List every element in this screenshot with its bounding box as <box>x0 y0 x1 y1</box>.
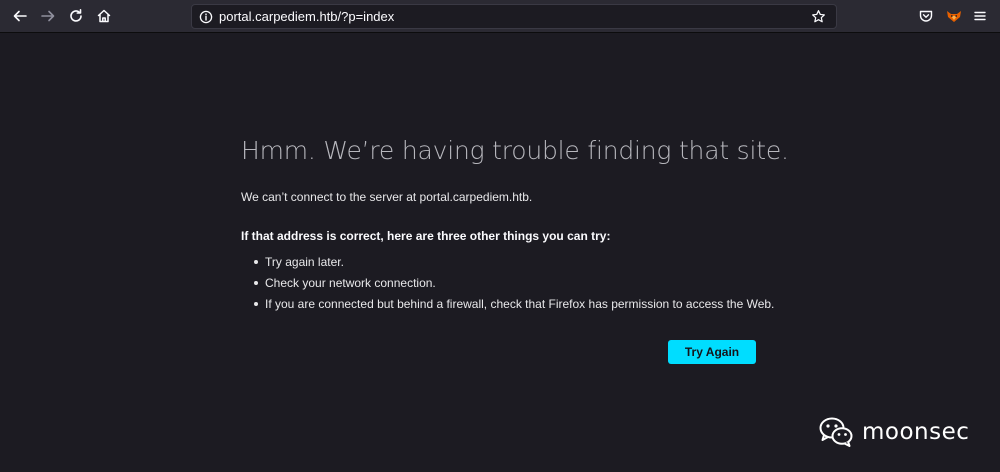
reload-icon <box>70 9 82 22</box>
info-icon <box>199 10 213 24</box>
tip-text: If you are connected but behind a firewa… <box>265 297 775 311</box>
error-title: Hmm. We’re having trouble finding that s… <box>241 136 789 165</box>
tips-heading: If that address is correct, here are thr… <box>241 229 611 243</box>
url-text[interactable]: portal.carpediem.htb/?p=index <box>219 9 394 24</box>
pocket-button[interactable] <box>914 4 938 28</box>
watermark: moonsec <box>818 412 969 452</box>
error-description: We can’t connect to the server at portal… <box>241 190 533 204</box>
tip-item: Try again later. <box>241 254 774 275</box>
hamburger-menu-icon <box>974 11 986 21</box>
home-button[interactable] <box>92 4 116 28</box>
tip-text: Try again later. <box>265 255 344 269</box>
back-button[interactable] <box>8 4 32 28</box>
star-icon[interactable] <box>811 9 826 24</box>
bullet-icon <box>254 281 258 285</box>
pocket-icon <box>919 10 933 22</box>
browser-toolbar: portal.carpediem.htb/?p=index <box>0 0 1000 33</box>
tips-list: Try again later. Check your network conn… <box>241 254 774 317</box>
tip-item: If you are connected but behind a firewa… <box>241 296 774 317</box>
address-bar[interactable]: portal.carpediem.htb/?p=index <box>191 4 837 29</box>
tip-text: Check your network connection. <box>265 276 436 290</box>
back-arrow-icon <box>13 10 27 22</box>
watermark-text: moonsec <box>862 419 970 445</box>
home-icon <box>97 9 111 23</box>
bullet-icon <box>254 260 258 264</box>
forward-button[interactable] <box>36 4 60 28</box>
reload-button[interactable] <box>64 4 88 28</box>
fox-extension-icon <box>947 11 961 22</box>
tip-item: Check your network connection. <box>241 275 774 296</box>
bullet-icon <box>254 302 258 306</box>
try-again-button[interactable]: Try Again <box>668 340 756 364</box>
wechat-icon <box>819 417 853 447</box>
menu-button[interactable] <box>968 4 992 28</box>
extension-button[interactable] <box>942 4 966 28</box>
forward-arrow-icon <box>41 10 55 22</box>
